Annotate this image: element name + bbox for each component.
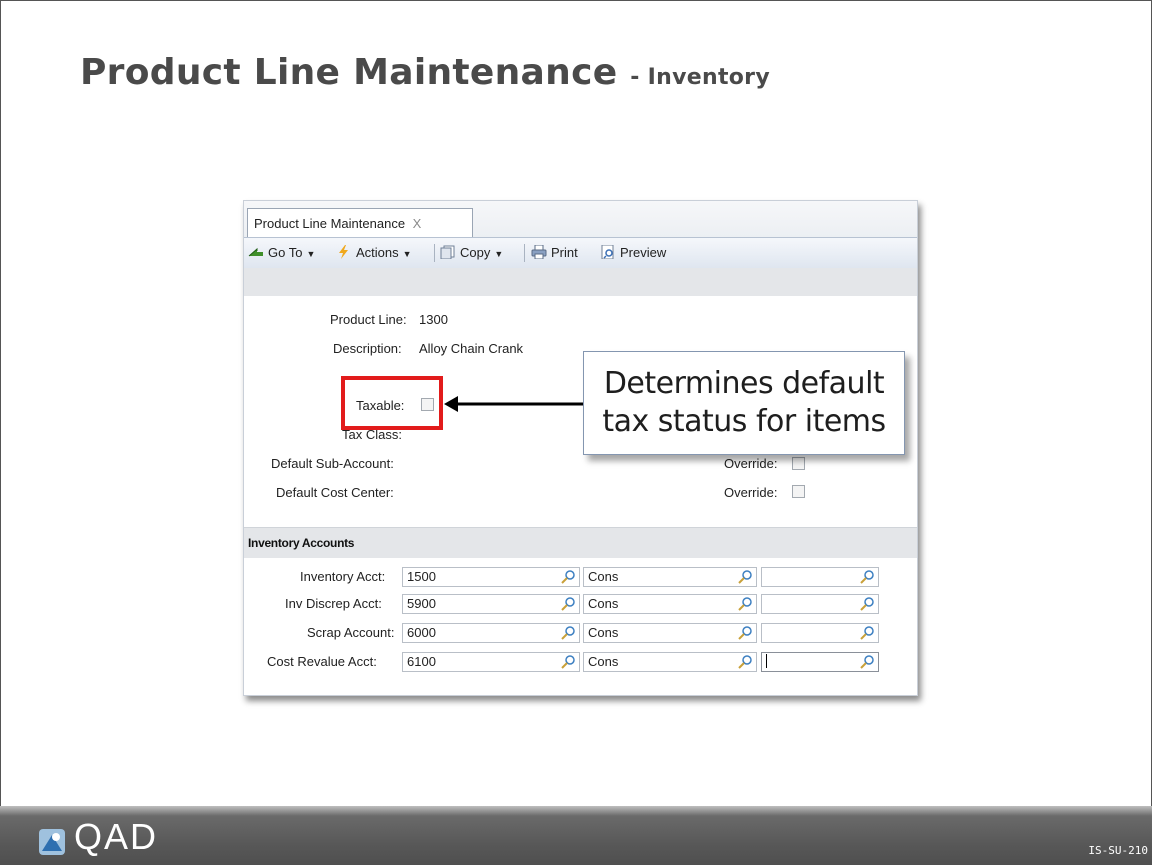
account-input[interactable]: 1500 — [402, 567, 580, 587]
sub-account-input[interactable]: Cons — [583, 594, 757, 614]
account-input[interactable]: 6000 — [402, 623, 580, 643]
search-icon[interactable] — [859, 625, 875, 641]
toolbar-separator — [524, 244, 525, 262]
chevron-down-icon: ▼ — [494, 249, 504, 259]
footer-bar: QAD IS-SU-210 — [0, 806, 1152, 865]
close-icon[interactable]: X — [413, 216, 422, 231]
sub-account-value: Cons — [588, 596, 619, 611]
search-icon[interactable] — [859, 596, 875, 612]
account-input[interactable]: 6100 — [402, 652, 580, 672]
tab-product-line-maintenance[interactable]: Product Line Maintenance X — [247, 208, 473, 237]
sub-account-input[interactable]: Cons — [583, 623, 757, 643]
goto-label: Go To — [268, 245, 303, 260]
qad-logo-icon — [39, 829, 65, 855]
chevron-down-icon: ▼ — [402, 249, 412, 259]
search-icon[interactable] — [737, 654, 753, 670]
description-label: Description: — [333, 341, 402, 356]
sub-account-input[interactable]: Cons — [583, 567, 757, 587]
sub-account-value: Cons — [588, 569, 619, 584]
inventory-acct-label: Inventory Acct: — [300, 569, 386, 584]
print-button[interactable]: Print — [531, 243, 578, 263]
cost-center-input[interactable] — [761, 594, 879, 614]
search-icon[interactable] — [560, 569, 576, 585]
sub-account-input[interactable]: Cons — [583, 652, 757, 672]
preview-icon — [601, 245, 614, 259]
toolbar: Go To ▼ Actions ▼ Copy ▼ Print Preview — [244, 237, 917, 269]
override-checkbox-cost-center[interactable] — [792, 485, 805, 498]
product-line-label: Product Line: — [330, 312, 407, 327]
override-label: Override: — [724, 456, 778, 471]
chevron-down-icon: ▼ — [306, 249, 316, 259]
print-label: Print — [551, 245, 578, 260]
toolbar-separator — [434, 244, 435, 262]
default-cost-center-label: Default Cost Center: — [276, 485, 394, 500]
search-icon[interactable] — [560, 654, 576, 670]
scrap-account-label: Scrap Account: — [307, 625, 395, 640]
cost-center-input[interactable] — [761, 623, 879, 643]
actions-button[interactable]: Actions ▼ — [336, 243, 412, 263]
cost-center-input[interactable] — [761, 652, 879, 672]
qad-logo-text: QAD — [74, 816, 159, 857]
pointer-arrow — [444, 396, 585, 412]
override-checkbox-sub-account[interactable] — [792, 457, 805, 470]
sub-account-value: Cons — [588, 625, 619, 640]
preview-button[interactable]: Preview — [600, 243, 666, 263]
inv-discrep-acct-label: Inv Discrep Acct: — [285, 596, 382, 611]
slide-code: IS-SU-210 — [1088, 844, 1148, 857]
goto-button[interactable]: Go To ▼ — [248, 243, 315, 263]
lightning-icon — [339, 245, 348, 259]
product-line-value: 1300 — [419, 312, 448, 327]
slide-title-main: Product Line Maintenance — [80, 52, 618, 93]
search-icon[interactable] — [859, 654, 875, 670]
inventory-accounts-section: Inventory Accounts — [244, 527, 917, 558]
search-icon[interactable] — [737, 625, 753, 641]
copy-icon — [440, 245, 455, 259]
preview-label: Preview — [620, 245, 667, 260]
account-value: 5900 — [407, 596, 436, 611]
cost-center-input[interactable] — [761, 567, 879, 587]
search-icon[interactable] — [560, 596, 576, 612]
callout-line-1: Determines default — [603, 366, 885, 401]
account-value: 1500 — [407, 569, 436, 584]
tab-label: Product Line Maintenance — [254, 216, 406, 231]
copy-label: Copy — [460, 245, 491, 260]
override-label: Override: — [724, 485, 778, 500]
copy-button[interactable]: Copy ▼ — [440, 243, 503, 263]
cost-revalue-acct-label: Cost Revalue Acct: — [267, 654, 377, 669]
search-icon[interactable] — [560, 625, 576, 641]
default-sub-account-label: Default Sub-Account: — [271, 456, 394, 471]
callout-box: Determines default tax status for items — [583, 351, 905, 455]
tab-strip: Product Line Maintenance X — [244, 201, 917, 237]
search-icon[interactable] — [859, 569, 875, 585]
description-value: Alloy Chain Crank — [419, 341, 524, 356]
callout-line-2: tax status for items — [602, 404, 886, 439]
goto-arrow-icon — [248, 247, 263, 257]
actions-label: Actions — [356, 245, 399, 260]
search-icon[interactable] — [737, 569, 753, 585]
printer-icon — [531, 245, 547, 259]
slide-title: Product Line Maintenance - Inventory — [80, 52, 770, 93]
sub-account-value: Cons — [588, 654, 619, 669]
account-input[interactable]: 5900 — [402, 594, 580, 614]
header-band — [244, 268, 917, 296]
text-cursor — [766, 654, 767, 668]
section-title: Inventory Accounts — [248, 536, 355, 550]
account-value: 6000 — [407, 625, 436, 640]
slide-title-sub: - Inventory — [630, 65, 770, 90]
taxable-highlight-box — [341, 376, 443, 430]
account-value: 6100 — [407, 654, 436, 669]
search-icon[interactable] — [737, 596, 753, 612]
